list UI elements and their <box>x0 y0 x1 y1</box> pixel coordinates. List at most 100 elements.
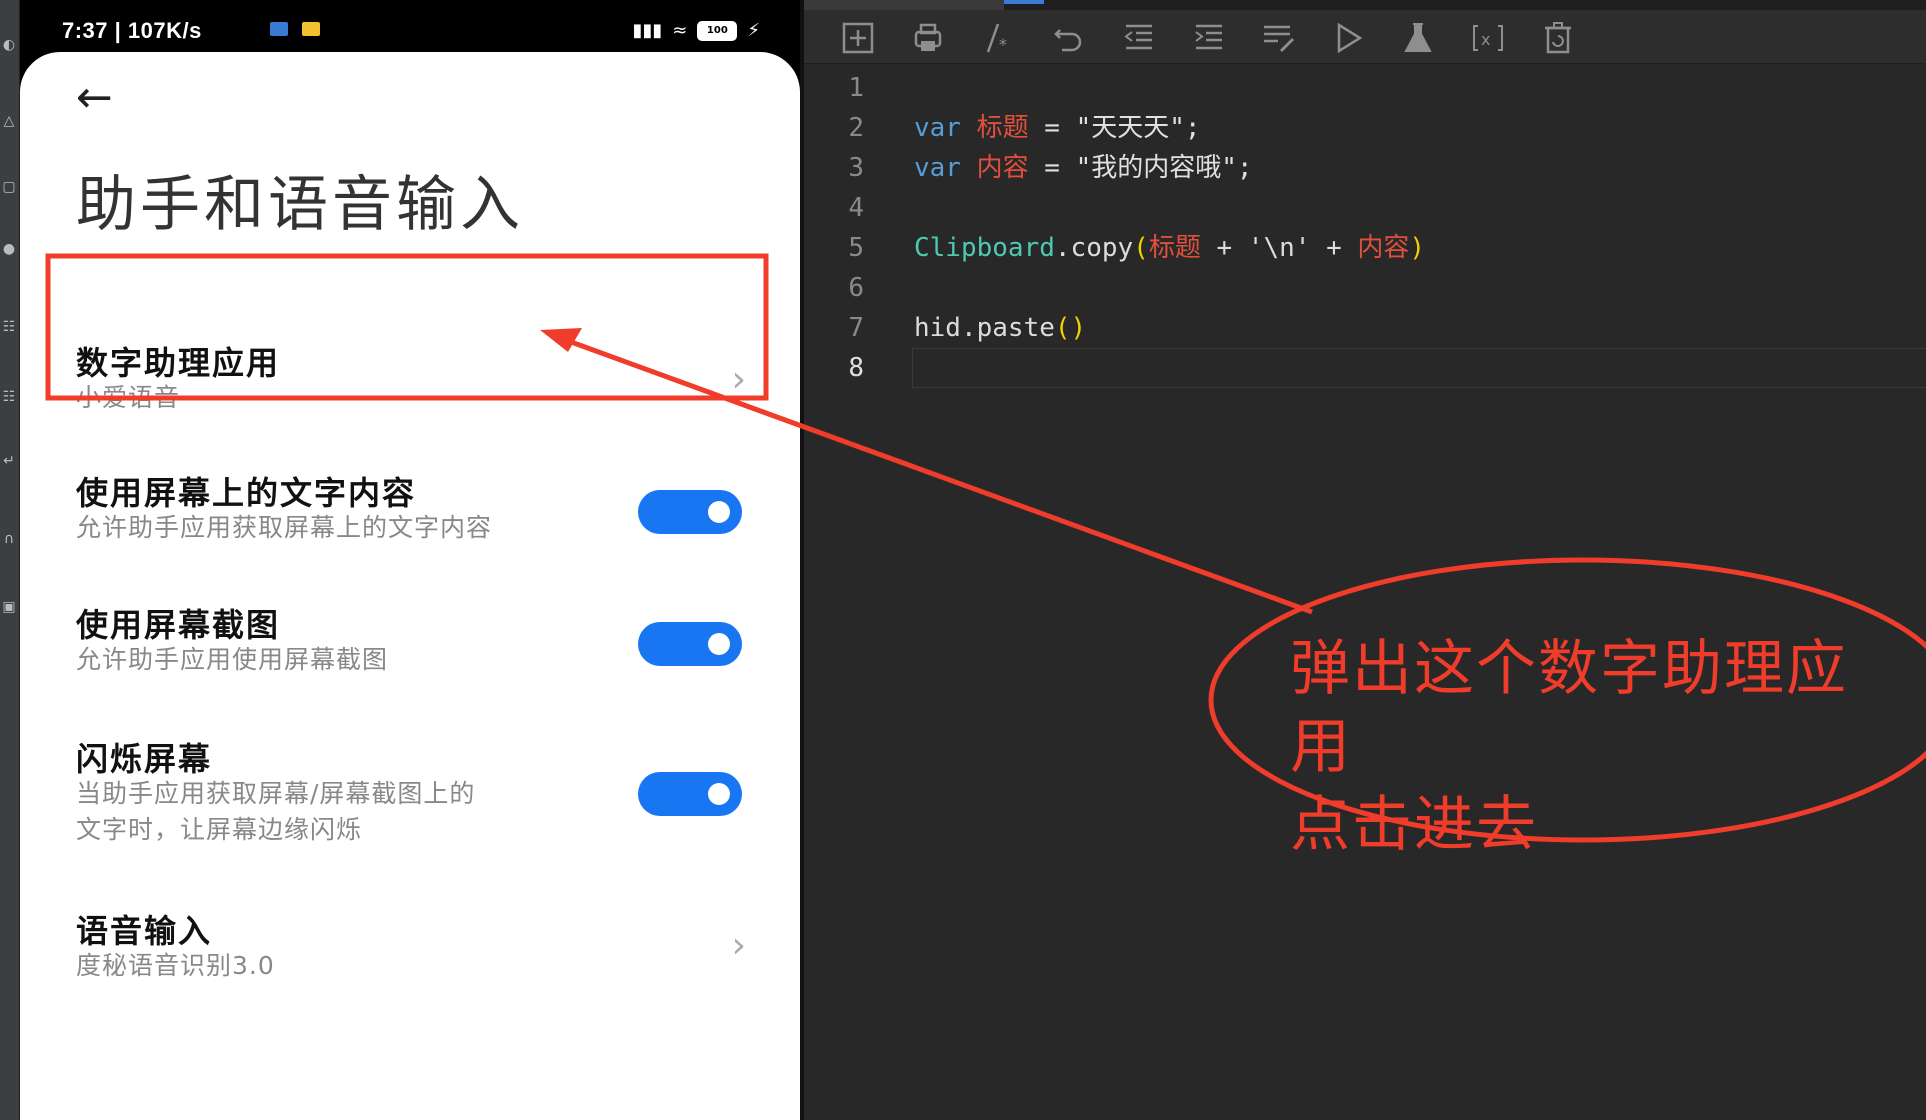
setting-title: 使用屏幕截图 <box>76 606 281 644</box>
tab-indicator <box>1004 0 1044 4</box>
setting-subtitle: 允许助手应用获取屏幕上的文字内容 <box>76 513 493 542</box>
side-tool-icon[interactable]: △ <box>2 112 16 130</box>
code-line: 7 hid.paste() <box>804 308 1926 348</box>
notification-icon <box>302 22 320 36</box>
run-icon[interactable] <box>1326 16 1370 60</box>
line-number: 1 <box>848 73 864 103</box>
setting-flash-screen[interactable]: 闪烁屏幕 当助手应用获取屏幕/屏幕截图上的 文字时，让屏幕边缘闪烁 <box>20 688 800 858</box>
setting-voice-input[interactable]: 语音输入 度秘语音识别3.0 › <box>20 860 800 990</box>
line-number: 7 <box>848 313 864 343</box>
comment-icon[interactable]: * <box>976 16 1020 60</box>
status-bar: 7:37 | 107K/s ▮▮▮ ≈ 100 ⚡ <box>20 0 800 52</box>
code-token: + '\n' + <box>1200 233 1358 263</box>
code-text: Clipboard.copy(标题 + '\n' + 内容) <box>914 228 1425 268</box>
code-line: 6 <box>804 268 1926 308</box>
notification-icon <box>270 22 288 36</box>
line-number: 6 <box>848 273 864 303</box>
method-token: .copy <box>1054 233 1134 263</box>
line-number: 4 <box>848 193 864 223</box>
code-line: 2 var 标题 = "天天天"; <box>804 108 1926 148</box>
wifi-icon: ≈ <box>672 20 688 41</box>
delete-icon[interactable] <box>1536 16 1580 60</box>
side-tool-icon[interactable]: ∩ <box>2 530 16 548</box>
code-editor-panel: * x 1 2 var 标题 = "天天天"; 3 var 内容 = "我的内容… <box>800 0 1926 1120</box>
code-token: hid.paste <box>914 313 1055 343</box>
code-text: var 标题 = "天天天"; <box>914 108 1201 148</box>
status-right-icons: ▮▮▮ ≈ 100 ⚡ <box>633 20 760 41</box>
line-number: 2 <box>848 113 864 143</box>
format-icon[interactable] <box>1256 16 1300 60</box>
setting-title: 使用屏幕上的文字内容 <box>76 474 417 512</box>
line-number: 5 <box>848 233 864 263</box>
setting-title: 闪烁屏幕 <box>76 740 213 778</box>
indent-icon[interactable] <box>1186 16 1230 60</box>
phone-screen-mirror: 7:37 | 107K/s ▮▮▮ ≈ 100 ⚡ ← 助手和语音输入 数字助理… <box>20 0 800 1120</box>
toggle-switch-on[interactable] <box>638 622 742 666</box>
setting-subtitle-line2: 文字时，让屏幕边缘闪烁 <box>76 815 363 844</box>
outdent-icon[interactable] <box>1116 16 1160 60</box>
print-icon[interactable] <box>906 16 950 60</box>
code-text: hid.paste() <box>914 308 1086 348</box>
line-number: 3 <box>848 153 864 183</box>
side-tool-icon[interactable]: ↵ <box>2 452 16 470</box>
setting-subtitle: 允许助手应用使用屏幕截图 <box>76 645 389 674</box>
toggle-knob <box>708 501 730 523</box>
identifier-token: 内容 <box>1357 233 1410 263</box>
chevron-right-icon: › <box>731 925 746 966</box>
setting-digital-assistant-app[interactable]: 数字助理应用 小爱语音 › <box>20 292 800 422</box>
settings-screen: ← 助手和语音输入 数字助理应用 小爱语音 › 使用屏幕上的文字内容 允许助手应… <box>20 52 800 1120</box>
toggle-knob <box>708 633 730 655</box>
editor-tab-strip <box>804 0 1926 10</box>
line-number: 8 <box>848 353 864 383</box>
host-app-side-strip: ◐ △ ▢ ● ☷ ☷ ↵ ∩ ▣ <box>0 0 20 1120</box>
keyword-token: var <box>914 113 961 143</box>
identifier-token: 标题 <box>976 113 1029 143</box>
side-tool-icon[interactable]: ● <box>2 240 16 258</box>
side-tool-icon[interactable]: ☷ <box>2 388 16 406</box>
side-tool-icon[interactable]: ▣ <box>2 598 16 616</box>
side-tool-icon[interactable]: ◐ <box>2 36 16 54</box>
charging-icon: ⚡ <box>747 20 760 41</box>
side-tool-icon[interactable]: ▢ <box>2 178 16 196</box>
screenshot-root: ◐ △ ▢ ● ☷ ☷ ↵ ∩ ▣ 7:37 | 107K/s ▮▮▮ ≈ 10… <box>0 0 1926 1120</box>
code-line: 4 <box>804 188 1926 228</box>
setting-subtitle: 小爱语音 <box>76 383 181 412</box>
toggle-knob <box>708 783 730 805</box>
setting-subtitle-line1: 当助手应用获取屏幕/屏幕截图上的 <box>76 779 476 808</box>
keyword-token: var <box>914 153 961 183</box>
paren-token: ( <box>1133 233 1149 263</box>
code-line: 1 <box>804 68 1926 108</box>
code-text: var 内容 = "我的内容哦"; <box>914 148 1253 188</box>
identifier-token: 内容 <box>976 153 1029 183</box>
code-line: 3 var 内容 = "我的内容哦"; <box>804 148 1926 188</box>
code-token: = "我的内容哦"; <box>1028 153 1253 183</box>
code-line-current: 8 <box>804 348 1926 388</box>
code-line: 5 Clipboard.copy(标题 + '\n' + 内容) <box>804 228 1926 268</box>
setting-subtitle: 度秘语音识别3.0 <box>76 951 275 980</box>
setting-use-screen-text[interactable]: 使用屏幕上的文字内容 允许助手应用获取屏幕上的文字内容 <box>20 422 800 552</box>
editor-tab[interactable] <box>804 0 1004 10</box>
setting-title: 数字助理应用 <box>76 344 281 382</box>
toggle-switch-on[interactable] <box>638 772 742 816</box>
signal-icon: ▮▮▮ <box>632 20 663 41</box>
side-tool-icon[interactable]: ☷ <box>2 318 16 336</box>
setting-use-screenshot[interactable]: 使用屏幕截图 允许助手应用使用屏幕截图 <box>20 554 800 684</box>
current-line-highlight <box>912 348 1926 388</box>
identifier-token: 标题 <box>1148 233 1201 263</box>
new-file-icon[interactable] <box>836 16 880 60</box>
status-time-speed: 7:37 | 107K/s <box>62 18 202 43</box>
svg-text:*: * <box>999 35 1007 54</box>
back-arrow-icon[interactable]: ← <box>76 76 113 120</box>
paren-token: ) <box>1409 233 1426 263</box>
editor-toolbar: * x <box>804 10 1926 64</box>
flask-icon[interactable] <box>1396 16 1440 60</box>
variable-icon[interactable]: x <box>1466 16 1510 60</box>
annotation-line-2: 点击进去 <box>1290 790 1538 860</box>
undo-icon[interactable] <box>1046 16 1090 60</box>
toggle-switch-on[interactable] <box>638 490 742 534</box>
code-token: = "天天天"; <box>1028 113 1201 143</box>
chevron-right-icon: › <box>731 359 746 400</box>
annotation-line-1: 弹出这个数字助理应用 <box>1290 634 1848 782</box>
page-title: 助手和语音输入 <box>76 170 524 240</box>
battery-icon: 100 <box>697 20 738 41</box>
